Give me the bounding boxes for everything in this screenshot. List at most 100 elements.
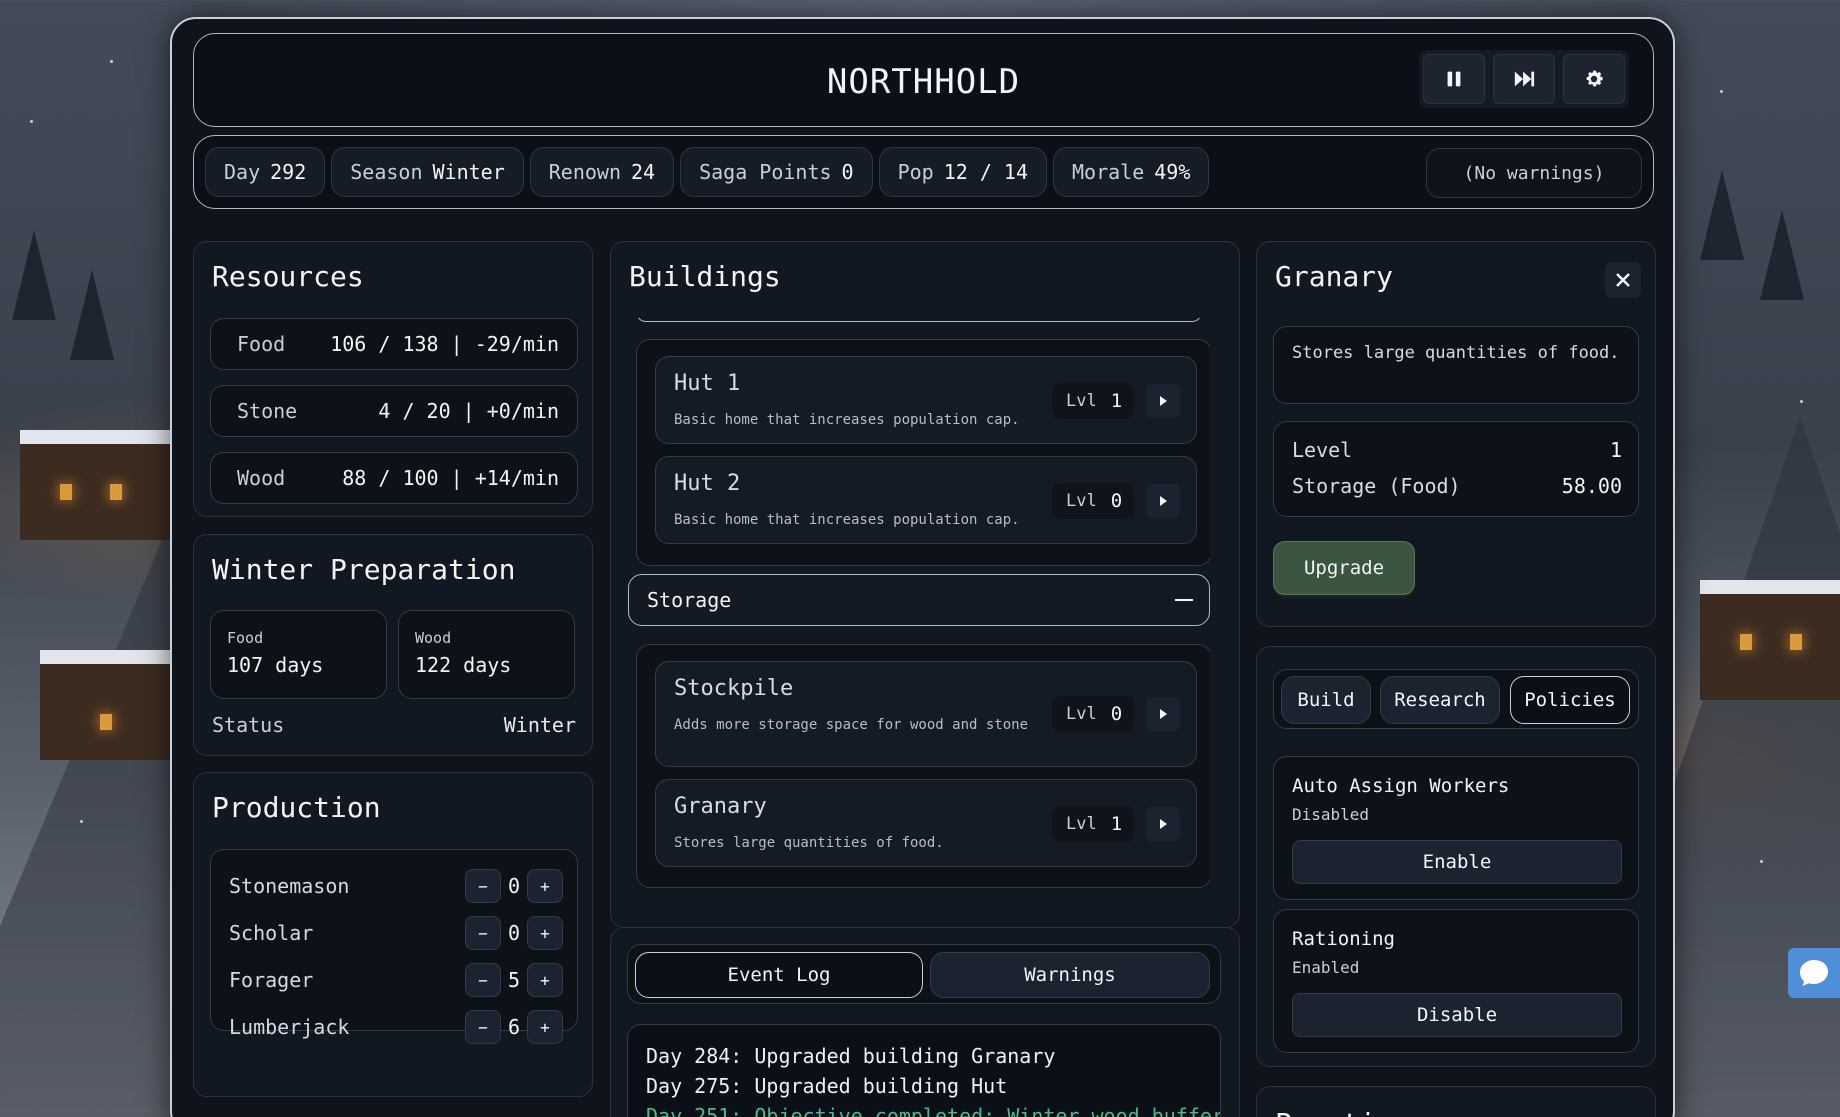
building-name: Hut 1 [674, 371, 741, 396]
housing-group: Hut 1 Basic home that increases populati… [636, 339, 1210, 566]
stat-value: 1 [1609, 438, 1622, 462]
wood-days-value: 122 days [415, 653, 512, 677]
renown-label: Renown [548, 160, 621, 184]
policy-tabs: Build Research Policies [1273, 669, 1639, 729]
chat-button[interactable] [1788, 948, 1840, 998]
resource-value: 4 / 20 | +0/min [378, 399, 559, 423]
close-button[interactable] [1605, 262, 1641, 298]
job-count: 0 [507, 874, 521, 898]
saga-points-label: Saga Points [699, 160, 832, 184]
play-arrow-icon [1160, 709, 1167, 719]
open-building-button[interactable] [1146, 484, 1180, 518]
level-value: 0 [1110, 490, 1123, 512]
stat-row-storage: Storage (Food) 58.00 [1292, 474, 1622, 498]
increase-button[interactable]: + [527, 963, 563, 997]
detail-title: Granary [1275, 260, 1394, 293]
settings-button[interactable] [1563, 54, 1625, 104]
job-count: 5 [507, 968, 521, 992]
building-description: Basic home that increases population cap… [674, 512, 1020, 528]
level-indicator: Lvl 1 [1052, 806, 1134, 842]
chat-bubble-icon [1800, 960, 1828, 986]
resource-row-food: Food 106 / 138 | -29/min [210, 318, 578, 370]
resource-row-stone: Stone 4 / 20 | +0/min [210, 385, 578, 437]
open-building-button[interactable] [1146, 697, 1180, 731]
disable-button[interactable]: Disable [1292, 993, 1622, 1037]
fast-forward-button[interactable] [1493, 54, 1555, 104]
winter-preparation-title: Winter Preparation [212, 553, 516, 586]
scrolled-group-edge [636, 318, 1202, 322]
prestige-panel: Prestige [1256, 1086, 1656, 1117]
increase-button[interactable]: + [527, 869, 563, 903]
tab-warnings[interactable]: Warnings [930, 952, 1210, 998]
upgrade-button[interactable]: Upgrade [1273, 541, 1415, 595]
log-tabs: Event Log Warnings [627, 944, 1221, 1004]
policy-rationing: Rationing Enabled Disable [1273, 909, 1639, 1053]
detail-description: Stores large quantities of food. [1273, 326, 1639, 404]
saga-points-chip: Saga Points 0 [680, 147, 873, 197]
tab-build[interactable]: Build [1281, 676, 1371, 724]
enable-button[interactable]: Enable [1292, 840, 1622, 884]
increase-button[interactable]: + [527, 916, 563, 950]
building-card-granary[interactable]: Granary Stores large quantities of food.… [655, 779, 1197, 867]
gear-icon [1586, 70, 1603, 87]
morale-value: 49% [1154, 160, 1191, 184]
buildings-scroll-area[interactable]: Hut 1 Basic home that increases populati… [628, 318, 1210, 898]
day-label: Day [224, 160, 261, 184]
day-chip: Day 292 [205, 147, 326, 197]
policy-auto-assign-workers: Auto Assign Workers Disabled Enable [1273, 756, 1639, 900]
food-days-value: 107 days [227, 653, 324, 677]
tab-event-log[interactable]: Event Log [635, 952, 923, 998]
buildings-title: Buildings [629, 260, 781, 293]
decrease-button[interactable]: − [465, 916, 501, 950]
winter-status-label: Status [212, 713, 285, 737]
job-stepper: −5 + [465, 963, 563, 997]
building-name: Granary [674, 794, 767, 819]
job-count: 6 [507, 1015, 521, 1039]
wood-days-box: Wood 122 days [398, 610, 575, 699]
resource-row-wood: Wood 88 / 100 | +14/min [210, 452, 578, 504]
log-entry: Day 284: Upgraded building Granary [646, 1044, 1056, 1068]
resource-value: 88 / 100 | +14/min [342, 466, 559, 490]
open-building-button[interactable] [1146, 384, 1180, 418]
wood-days-label: Wood [415, 629, 452, 647]
decrease-button[interactable]: − [465, 869, 501, 903]
storage-group: Stockpile Adds more storage space for wo… [636, 644, 1210, 888]
level-value: 0 [1110, 703, 1123, 725]
resource-name: Food [237, 332, 286, 356]
building-detail-panel: Granary Stores large quantities of food.… [1256, 241, 1656, 627]
warnings-indicator[interactable]: (No warnings) [1426, 148, 1642, 198]
food-days-box: Food 107 days [210, 610, 387, 699]
saga-points-value: 0 [841, 160, 854, 184]
event-log-panel: Event Log Warnings Day 284: Upgraded bui… [610, 927, 1240, 1117]
production-title: Production [212, 791, 381, 824]
play-arrow-icon [1160, 496, 1167, 506]
category-label: Storage [647, 588, 732, 612]
level-indicator: Lvl 0 [1052, 483, 1134, 519]
level-label: Lvl [1066, 814, 1097, 834]
buildings-panel: Buildings Hut 1 Basic home that increase… [610, 241, 1240, 928]
pause-button[interactable] [1423, 54, 1485, 104]
decrease-button[interactable]: − [465, 1010, 501, 1044]
header-bar: NORTHHOLD [193, 33, 1654, 127]
storage-category-header[interactable]: Storage [628, 574, 1210, 626]
building-card-stockpile[interactable]: Stockpile Adds more storage space for wo… [655, 661, 1197, 767]
job-list: Stonemason −0 + Scholar −0 + Forager −5 + L… [210, 849, 578, 1044]
open-building-button[interactable] [1146, 807, 1180, 841]
job-stepper: −0 + [465, 916, 563, 950]
population-chip: Pop 12 / 14 [878, 147, 1048, 197]
tab-policies[interactable]: Policies [1510, 676, 1630, 724]
building-card-hut-1[interactable]: Hut 1 Basic home that increases populati… [655, 356, 1197, 444]
job-stepper: −6 + [465, 1010, 563, 1044]
season-chip: Season Winter [331, 147, 524, 197]
close-icon [1616, 273, 1630, 287]
job-name: Forager [229, 968, 314, 992]
production-panel: Production Stonemason −0 + Scholar −0 + Fo… [193, 772, 593, 1097]
pause-icon [1447, 71, 1461, 87]
stat-label: Level [1292, 438, 1353, 462]
game-window: NORTHHOLD Day 292 Season Winter Renown 24 S… [170, 17, 1675, 1117]
increase-button[interactable]: + [527, 1010, 563, 1044]
decrease-button[interactable]: − [465, 963, 501, 997]
building-card-hut-2[interactable]: Hut 2 Basic home that increases populati… [655, 456, 1197, 544]
tab-research[interactable]: Research [1380, 676, 1500, 724]
stat-label: Storage (Food) [1292, 474, 1461, 498]
